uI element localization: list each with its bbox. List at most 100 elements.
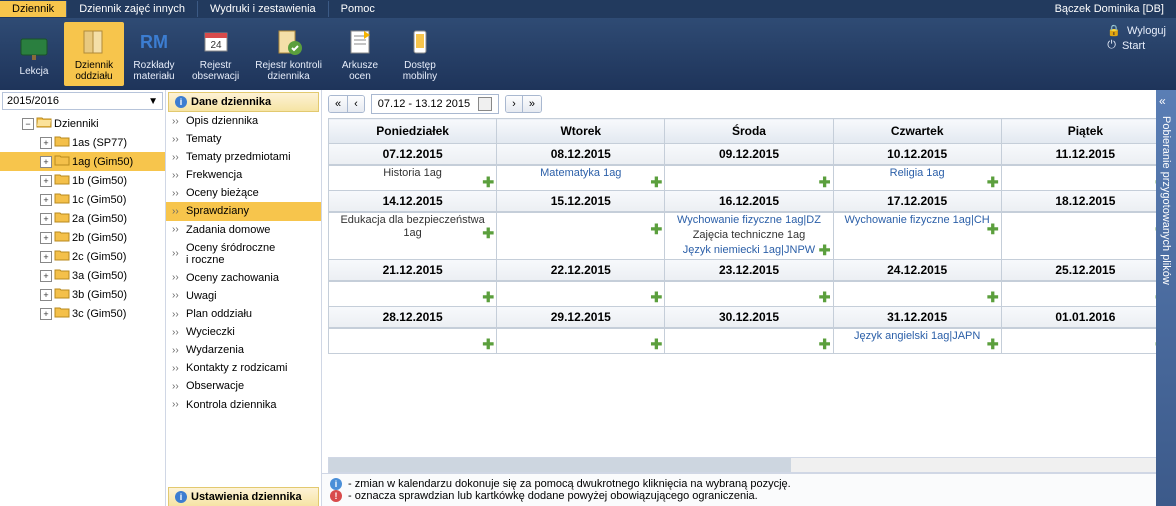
calendar-cell[interactable]: Religia 1ag✚	[833, 166, 1001, 191]
calendar-cell[interactable]: ✚	[329, 281, 497, 306]
nav-item[interactable]: ››Uwagi	[166, 287, 321, 305]
date-cell[interactable]: 08.12.2015	[497, 144, 665, 166]
calendar-entry[interactable]: Edukacja dla bezpieczeństwa 1ag	[329, 213, 496, 241]
expand-icon[interactable]: +	[40, 232, 52, 244]
tree-item[interactable]: +3a (Gim50)	[0, 266, 165, 285]
add-icon[interactable]: ✚	[482, 176, 494, 188]
calendar-entry[interactable]: Język niemiecki 1ag|JNPW	[665, 243, 832, 258]
nav-item[interactable]: ››Oceny bieżące	[166, 184, 321, 202]
date-cell[interactable]: 10.12.2015	[833, 144, 1001, 166]
tree-item[interactable]: +3b (Gim50)	[0, 285, 165, 304]
calendar-cell[interactable]: Historia 1ag✚	[329, 166, 497, 191]
date-cell[interactable]: 01.01.2016	[1001, 306, 1169, 328]
date-cell[interactable]: 17.12.2015	[833, 191, 1001, 213]
date-cell[interactable]: 30.12.2015	[665, 306, 833, 328]
date-cell[interactable]: 23.12.2015	[665, 259, 833, 281]
tree-item[interactable]: +3c (Gim50)	[0, 304, 165, 323]
calendar-cell[interactable]: Matematyka 1ag✚	[497, 166, 665, 191]
calendar-cell[interactable]: ✚	[665, 281, 833, 306]
nav-item[interactable]: ››Oceny śródroczne i roczne	[166, 239, 321, 269]
school-year-select[interactable]: 2015/2016 ▼	[2, 92, 163, 110]
calendar-cell[interactable]: ✚	[665, 328, 833, 353]
add-icon[interactable]: ✚	[650, 292, 662, 304]
tree-item[interactable]: +1ag (Gim50)	[0, 152, 165, 171]
right-collapsed-panel[interactable]: « Pobieranie przygotowanych plików	[1156, 90, 1176, 506]
date-cell[interactable]: 24.12.2015	[833, 259, 1001, 281]
calendar-entry[interactable]: Zajęcia techniczne 1ag	[665, 228, 832, 243]
ribbon-calendar[interactable]: 24Rejestr obserwacji	[184, 22, 247, 86]
nav-item[interactable]: ››Tematy	[166, 130, 321, 148]
expand-icon[interactable]: +	[40, 270, 52, 282]
nav-item[interactable]: ››Wydarzenia	[166, 341, 321, 359]
nav-item[interactable]: ››Tematy przedmiotami	[166, 148, 321, 166]
calendar-cell[interactable]: ✚	[497, 213, 665, 260]
calendar-cell[interactable]: ✚	[497, 328, 665, 353]
ribbon-book[interactable]: Dziennik oddziału	[64, 22, 124, 86]
date-range-input[interactable]: 07.12 - 13.12 2015	[371, 94, 499, 114]
top-tab-3[interactable]: Pomoc	[329, 1, 387, 17]
add-icon[interactable]: ✚	[482, 292, 494, 304]
collapse-icon[interactable]: −	[22, 118, 34, 130]
calendar-cell[interactable]: ✚	[329, 328, 497, 353]
top-tab-1[interactable]: Dziennik zajęć innych	[67, 1, 198, 17]
calendar-cell[interactable]: Edukacja dla bezpieczeństwa 1ag✚	[329, 213, 497, 260]
add-icon[interactable]: ✚	[650, 339, 662, 351]
expand-icon[interactable]: +	[40, 194, 52, 206]
next-week-button[interactable]: ›	[506, 96, 523, 112]
date-cell[interactable]: 09.12.2015	[665, 144, 833, 166]
next-month-button[interactable]: »	[523, 96, 541, 112]
tree-item[interactable]: +2c (Gim50)	[0, 247, 165, 266]
add-icon[interactable]: ✚	[650, 223, 662, 235]
calendar-cell[interactable]: ✚	[1001, 328, 1169, 353]
add-icon[interactable]: ✚	[482, 339, 494, 351]
date-cell[interactable]: 21.12.2015	[329, 259, 497, 281]
calendar-entry[interactable]: Język angielski 1ag|JAPN	[834, 329, 1001, 344]
expand-icon[interactable]: +	[40, 213, 52, 225]
add-icon[interactable]: ✚	[987, 176, 999, 188]
calendar-cell[interactable]: ✚	[497, 281, 665, 306]
nav-item[interactable]: ››Oceny zachowania	[166, 269, 321, 287]
ribbon-rm[interactable]: RMRozkłady materiału	[124, 22, 184, 86]
expand-icon[interactable]: +	[40, 308, 52, 320]
add-icon[interactable]: ✚	[819, 176, 831, 188]
top-tab-0[interactable]: Dziennik	[0, 1, 67, 17]
tree-item[interactable]: +1b (Gim50)	[0, 171, 165, 190]
calendar-cell[interactable]: Język angielski 1ag|JAPN✚	[833, 328, 1001, 353]
calendar-cell[interactable]: Wychowanie fizyczne 1ag|CH✚	[833, 213, 1001, 260]
date-cell[interactable]: 16.12.2015	[665, 191, 833, 213]
nav-item[interactable]: ››Wycieczki	[166, 323, 321, 341]
nav-item[interactable]: ››Kontrola dziennika	[166, 396, 321, 414]
calendar-entry[interactable]: Matematyka 1ag	[497, 166, 664, 181]
calendar-entry[interactable]: Historia 1ag	[329, 166, 496, 181]
date-cell[interactable]: 31.12.2015	[833, 306, 1001, 328]
calendar-cell[interactable]: ✚	[1001, 213, 1169, 260]
nav-item[interactable]: ››Zadania domowe	[166, 221, 321, 239]
calendar-cell[interactable]: Wychowanie fizyczne 1ag|DZZajęcia techni…	[665, 213, 833, 260]
nav-item[interactable]: ››Opis dziennika	[166, 112, 321, 130]
nav-item[interactable]: ››Obserwacje	[166, 377, 321, 395]
calendar-cell[interactable]: ✚	[1001, 166, 1169, 191]
expand-icon[interactable]: +	[40, 175, 52, 187]
prev-month-button[interactable]: «	[329, 96, 348, 112]
ribbon-mobile[interactable]: Dostęp mobilny	[390, 22, 450, 86]
tree-item[interactable]: +1as (SP77)	[0, 133, 165, 152]
nav-item[interactable]: ››Sprawdziany	[166, 202, 321, 220]
calendar-icon[interactable]	[478, 97, 492, 111]
ribbon-sheet[interactable]: Arkusze ocen	[330, 22, 390, 86]
tree-item[interactable]: +2a (Gim50)	[0, 209, 165, 228]
ribbon-bookcheck[interactable]: Rejestr kontroli dziennika	[247, 22, 330, 86]
calendar-scroll[interactable]: PoniedziałekWtorekŚrodaCzwartekPiątek 07…	[322, 118, 1176, 453]
add-icon[interactable]: ✚	[482, 227, 494, 239]
start-link[interactable]: ⏻ Start	[1107, 39, 1166, 52]
nav-item[interactable]: ››Plan oddziału	[166, 305, 321, 323]
date-cell[interactable]: 15.12.2015	[497, 191, 665, 213]
add-icon[interactable]: ✚	[650, 176, 662, 188]
nav-item[interactable]: ››Kontakty z rodzicami	[166, 359, 321, 377]
date-cell[interactable]: 25.12.2015	[1001, 259, 1169, 281]
expand-icon[interactable]: +	[40, 251, 52, 263]
calendar-cell[interactable]: ✚	[665, 166, 833, 191]
tree-item[interactable]: +1c (Gim50)	[0, 190, 165, 209]
expand-icon[interactable]: +	[40, 137, 52, 149]
date-cell[interactable]: 28.12.2015	[329, 306, 497, 328]
expand-icon[interactable]: +	[40, 156, 52, 168]
